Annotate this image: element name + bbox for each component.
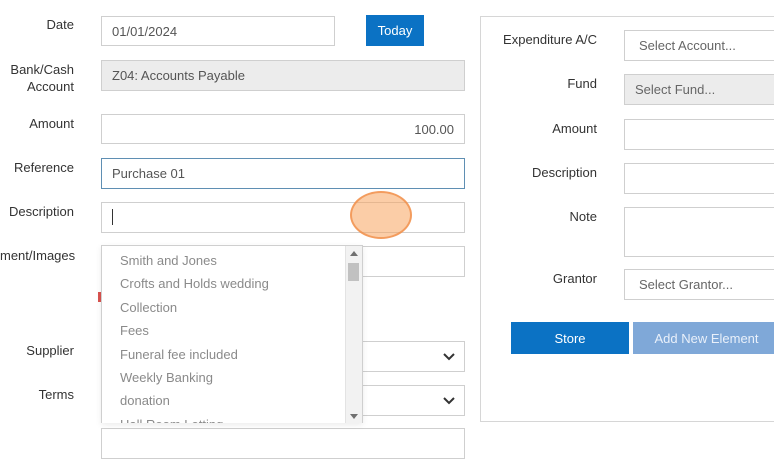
- fund-placeholder: Select Fund...: [635, 82, 716, 97]
- amount-input[interactable]: 100.00: [101, 114, 465, 144]
- grantor-label: Grantor: [552, 271, 597, 286]
- date-value: 01/01/2024: [112, 23, 178, 39]
- note-textarea[interactable]: [624, 207, 774, 257]
- scroll-up-arrow-icon[interactable]: [350, 251, 358, 256]
- supplier-label: Supplier: [26, 343, 74, 358]
- autocomplete-item[interactable]: Fees: [102, 319, 362, 342]
- expenditure-label: Expenditure A/C: [503, 32, 597, 47]
- chevron-down-icon: [443, 397, 455, 405]
- split-description-label: Description: [531, 165, 597, 180]
- add-new-element-button: Add New Element: [633, 322, 774, 354]
- autocomplete-item[interactable]: Weekly Banking: [102, 366, 362, 389]
- bank-cash-value: Z04: Accounts Payable: [112, 68, 245, 83]
- note-label: Note: [569, 209, 597, 224]
- attachments-label: ment/Images: [0, 248, 76, 263]
- reference-label: Reference: [14, 160, 74, 175]
- description-autocomplete-list[interactable]: Smith and Jones Crofts and Holds wedding…: [101, 245, 363, 423]
- bank-cash-label: Bank/Cash Account: [0, 61, 74, 95]
- amount-value: 100.00: [414, 121, 454, 137]
- split-amount-label: Amount: [552, 121, 597, 136]
- next-field-input[interactable]: [101, 428, 465, 459]
- bank-cash-label-line2: Account: [27, 79, 74, 94]
- split-amount-input[interactable]: [624, 119, 774, 150]
- grantor-placeholder: Select Grantor...: [639, 277, 733, 292]
- autocomplete-item[interactable]: Collection: [102, 296, 362, 319]
- store-button[interactable]: Store: [511, 322, 629, 354]
- scroll-down-arrow-icon[interactable]: [350, 414, 358, 419]
- expenditure-placeholder: Select Account...: [639, 38, 736, 53]
- autocomplete-item[interactable]: Hall Room Letting: [102, 413, 362, 423]
- scrollbar-thumb[interactable]: [348, 263, 359, 281]
- today-button[interactable]: Today: [366, 15, 424, 46]
- text-cursor: [112, 209, 113, 225]
- autocomplete-item[interactable]: Funeral fee included: [102, 343, 362, 366]
- date-label: Date: [46, 17, 74, 32]
- bank-cash-account-field: Z04: Accounts Payable: [101, 60, 465, 91]
- fund-label: Fund: [567, 76, 597, 91]
- description-label: Description: [8, 204, 74, 219]
- autocomplete-item[interactable]: Crofts and Holds wedding: [102, 272, 362, 295]
- autocomplete-scrollbar[interactable]: [345, 246, 362, 423]
- expenditure-select[interactable]: Select Account...: [624, 30, 774, 61]
- amount-label: Amount: [29, 116, 74, 131]
- split-description-input[interactable]: [624, 163, 774, 194]
- bank-cash-label-line1: Bank/Cash: [10, 62, 74, 77]
- reference-input[interactable]: Purchase 01: [101, 158, 465, 189]
- reference-value: Purchase 01: [112, 166, 185, 181]
- chevron-down-icon: [443, 353, 455, 361]
- click-indicator: [350, 191, 412, 239]
- terms-label: Terms: [38, 387, 74, 402]
- autocomplete-item[interactable]: Smith and Jones: [102, 249, 362, 272]
- date-input[interactable]: 01/01/2024: [101, 16, 335, 46]
- autocomplete-item[interactable]: donation: [102, 389, 362, 412]
- grantor-select[interactable]: Select Grantor...: [624, 269, 774, 300]
- fund-select: Select Fund...: [624, 74, 774, 105]
